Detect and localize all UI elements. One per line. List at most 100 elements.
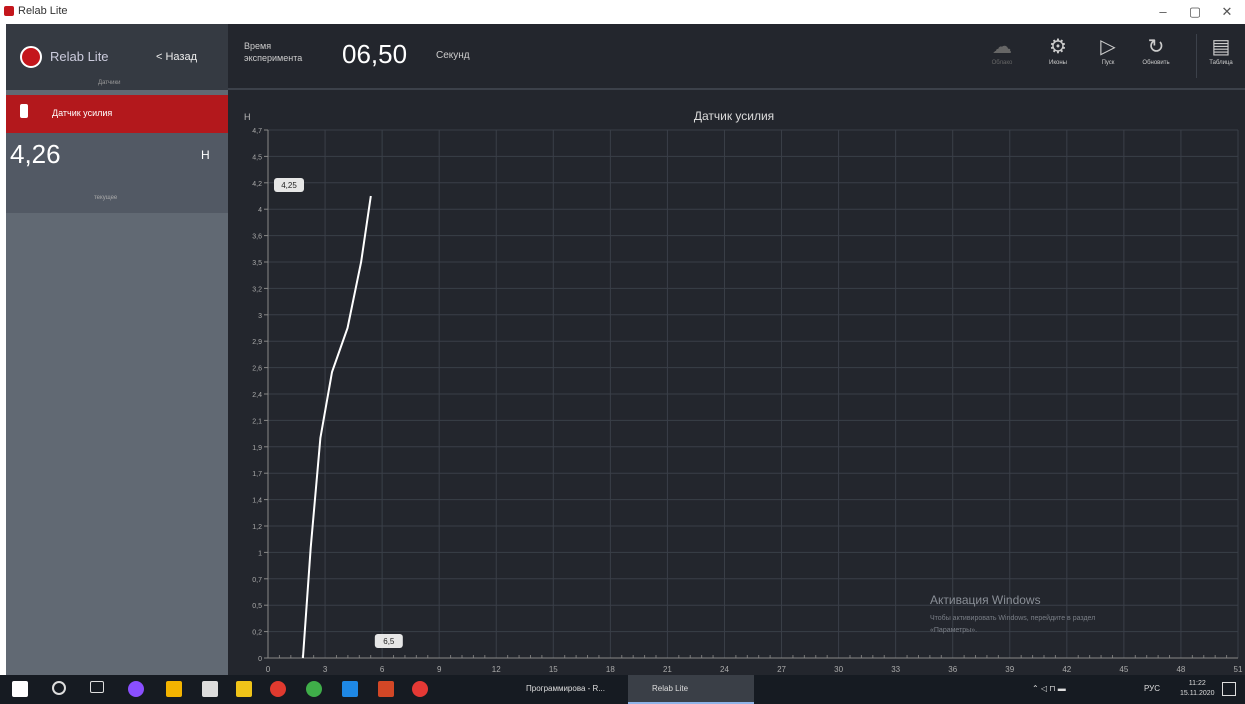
relab-logo-icon <box>20 46 42 68</box>
task-view-icon[interactable] <box>90 681 104 693</box>
watermark-title: Активация Windows <box>930 593 1041 607</box>
y-tick-label: 2,6 <box>252 366 262 373</box>
y-tick-label: 0,7 <box>252 577 262 584</box>
taskbar-relab-item[interactable] <box>628 675 754 704</box>
x-tick-label: 51 <box>1234 665 1243 674</box>
table-icon: ▤ <box>1211 36 1231 58</box>
y-tick-label: 0,2 <box>252 630 262 637</box>
y-tick-label: 1,7 <box>252 471 262 478</box>
y-tick-label: 0 <box>258 656 262 663</box>
sensor-value: 4,26 <box>10 139 61 169</box>
app-icon-1[interactable] <box>128 681 144 697</box>
explorer-icon[interactable] <box>236 681 252 697</box>
sensor-icon <box>20 104 28 118</box>
marker-x-label: 6,5 <box>383 637 395 646</box>
sensors-button[interactable]: ⚙ Иконы <box>1036 34 1080 78</box>
clock-date: 15.11.2020 <box>1180 690 1215 697</box>
app-window: Relab Lite < Назад Датчики Датчик усилия… <box>6 24 1245 675</box>
y-tick-label: 4,5 <box>252 154 262 161</box>
play-icon: ▷ <box>1100 36 1116 58</box>
chrome-icon[interactable] <box>306 681 322 697</box>
window-titlebar: Relab Lite – ▢ ✕ <box>0 0 1245 24</box>
force-chart: Датчик усилияН0 3 6 9 12 15 18 21 24 27 30 33 36 39 42… <box>244 109 1243 674</box>
sidebar-header: Relab Lite < Назад Датчики <box>6 24 228 90</box>
time-unit: Секунд <box>436 50 470 61</box>
y-tick-label: 2,4 <box>252 392 262 399</box>
sensor-unit: Н <box>201 148 210 162</box>
chart-ylabel: Н <box>244 112 251 122</box>
powerpoint-icon[interactable] <box>378 681 394 697</box>
notification-icon[interactable] <box>1222 682 1236 696</box>
x-tick-label: 18 <box>606 665 615 674</box>
sensor-tab-label: Датчик усилия <box>52 108 113 118</box>
x-tick-label: 6 <box>380 665 385 674</box>
y-tick-label: 3,2 <box>252 286 262 293</box>
x-tick-label: 39 <box>1005 665 1014 674</box>
sensor-caption: текущее <box>94 195 118 201</box>
back-button[interactable]: < Назад <box>156 51 197 63</box>
yandex-icon[interactable] <box>412 681 428 697</box>
minimize-button[interactable]: – <box>1148 3 1178 21</box>
clock-time: 11:22 <box>1188 680 1206 687</box>
sensors-icon: ⚙ <box>1049 36 1067 58</box>
maximize-button[interactable]: ▢ <box>1180 3 1210 21</box>
chart-title: Датчик усилия <box>694 109 774 123</box>
x-tick-label: 36 <box>948 665 957 674</box>
x-tick-label: 3 <box>323 665 328 674</box>
calculator-icon[interactable] <box>202 681 218 697</box>
y-tick-label: 4,7 <box>252 128 262 135</box>
sidebar: Relab Lite < Назад Датчики Датчик усилия… <box>6 24 228 675</box>
taskbar-task2-label[interactable]: Relab Lite <box>652 684 688 693</box>
store-icon[interactable] <box>342 681 358 697</box>
x-tick-label: 15 <box>549 665 558 674</box>
x-tick-label: 21 <box>663 665 672 674</box>
app-icon-2[interactable] <box>166 681 182 697</box>
x-tick-label: 33 <box>891 665 900 674</box>
watermark-line2: «Параметры». <box>930 627 977 634</box>
cloud-icon: ☁ <box>992 36 1012 58</box>
start-icon[interactable] <box>12 681 28 697</box>
x-tick-label: 9 <box>437 665 442 674</box>
taskbar-task1-label[interactable]: Программирова - R... <box>526 684 605 693</box>
x-tick-label: 0 <box>266 665 271 674</box>
play-label: Пуск <box>1101 60 1115 66</box>
sidebar-subtitle: Датчики <box>98 80 121 86</box>
table-label: Таблица <box>1209 60 1233 66</box>
y-tick-label: 1,4 <box>252 498 262 505</box>
x-tick-label: 45 <box>1119 665 1128 674</box>
x-tick-label: 24 <box>720 665 729 674</box>
table-button[interactable]: ▤ Таблица <box>1196 34 1245 78</box>
app-icon <box>4 6 14 16</box>
play-button[interactable]: ▷ Пуск <box>1086 34 1130 78</box>
x-tick-label: 30 <box>834 665 843 674</box>
time-value: 06,50 <box>342 39 408 69</box>
y-tick-label: 4,2 <box>252 181 262 188</box>
sensor-readout: 4,26 Н текущее <box>6 133 228 213</box>
search-icon[interactable] <box>52 681 66 695</box>
watermark-line1: Чтобы активировать Windows, перейдите в … <box>930 614 1095 622</box>
tray-clock[interactable]: 11:22 15.11.2020 <box>1180 679 1215 699</box>
close-button[interactable]: ✕ <box>1212 3 1242 21</box>
x-tick-label: 27 <box>777 665 786 674</box>
y-tick-label: 1,2 <box>252 524 262 531</box>
x-tick-label: 42 <box>1062 665 1071 674</box>
app-name: Relab Lite <box>50 49 109 64</box>
x-tick-label: 48 <box>1176 665 1185 674</box>
cloud-button[interactable]: ☁ Облако <box>980 34 1024 78</box>
x-tick-label: 12 <box>492 665 501 674</box>
refresh-button[interactable]: ↻ Обновить <box>1134 34 1178 78</box>
y-tick-label: 1 <box>258 550 262 557</box>
y-tick-label: 3,6 <box>252 234 262 241</box>
tray-lang[interactable]: РУС <box>1144 684 1160 693</box>
y-tick-label: 2,1 <box>252 418 262 425</box>
sensor-tab-force[interactable]: Датчик усилия <box>6 95 228 133</box>
refresh-label: Обновить <box>1142 60 1170 66</box>
sensors-label: Иконы <box>1049 60 1067 66</box>
tray-icons[interactable]: ⌃ ◁ ⊓ ▬ <box>1032 684 1066 693</box>
opera-icon[interactable] <box>270 681 286 697</box>
y-tick-label: 3 <box>258 313 262 320</box>
top-toolbar: Время эксперимента 06,50 Секунд ☁ Облако… <box>228 24 1245 90</box>
refresh-icon: ↻ <box>1147 36 1165 58</box>
y-tick-label: 0,5 <box>252 603 262 610</box>
window-title: Relab Lite <box>18 5 68 17</box>
